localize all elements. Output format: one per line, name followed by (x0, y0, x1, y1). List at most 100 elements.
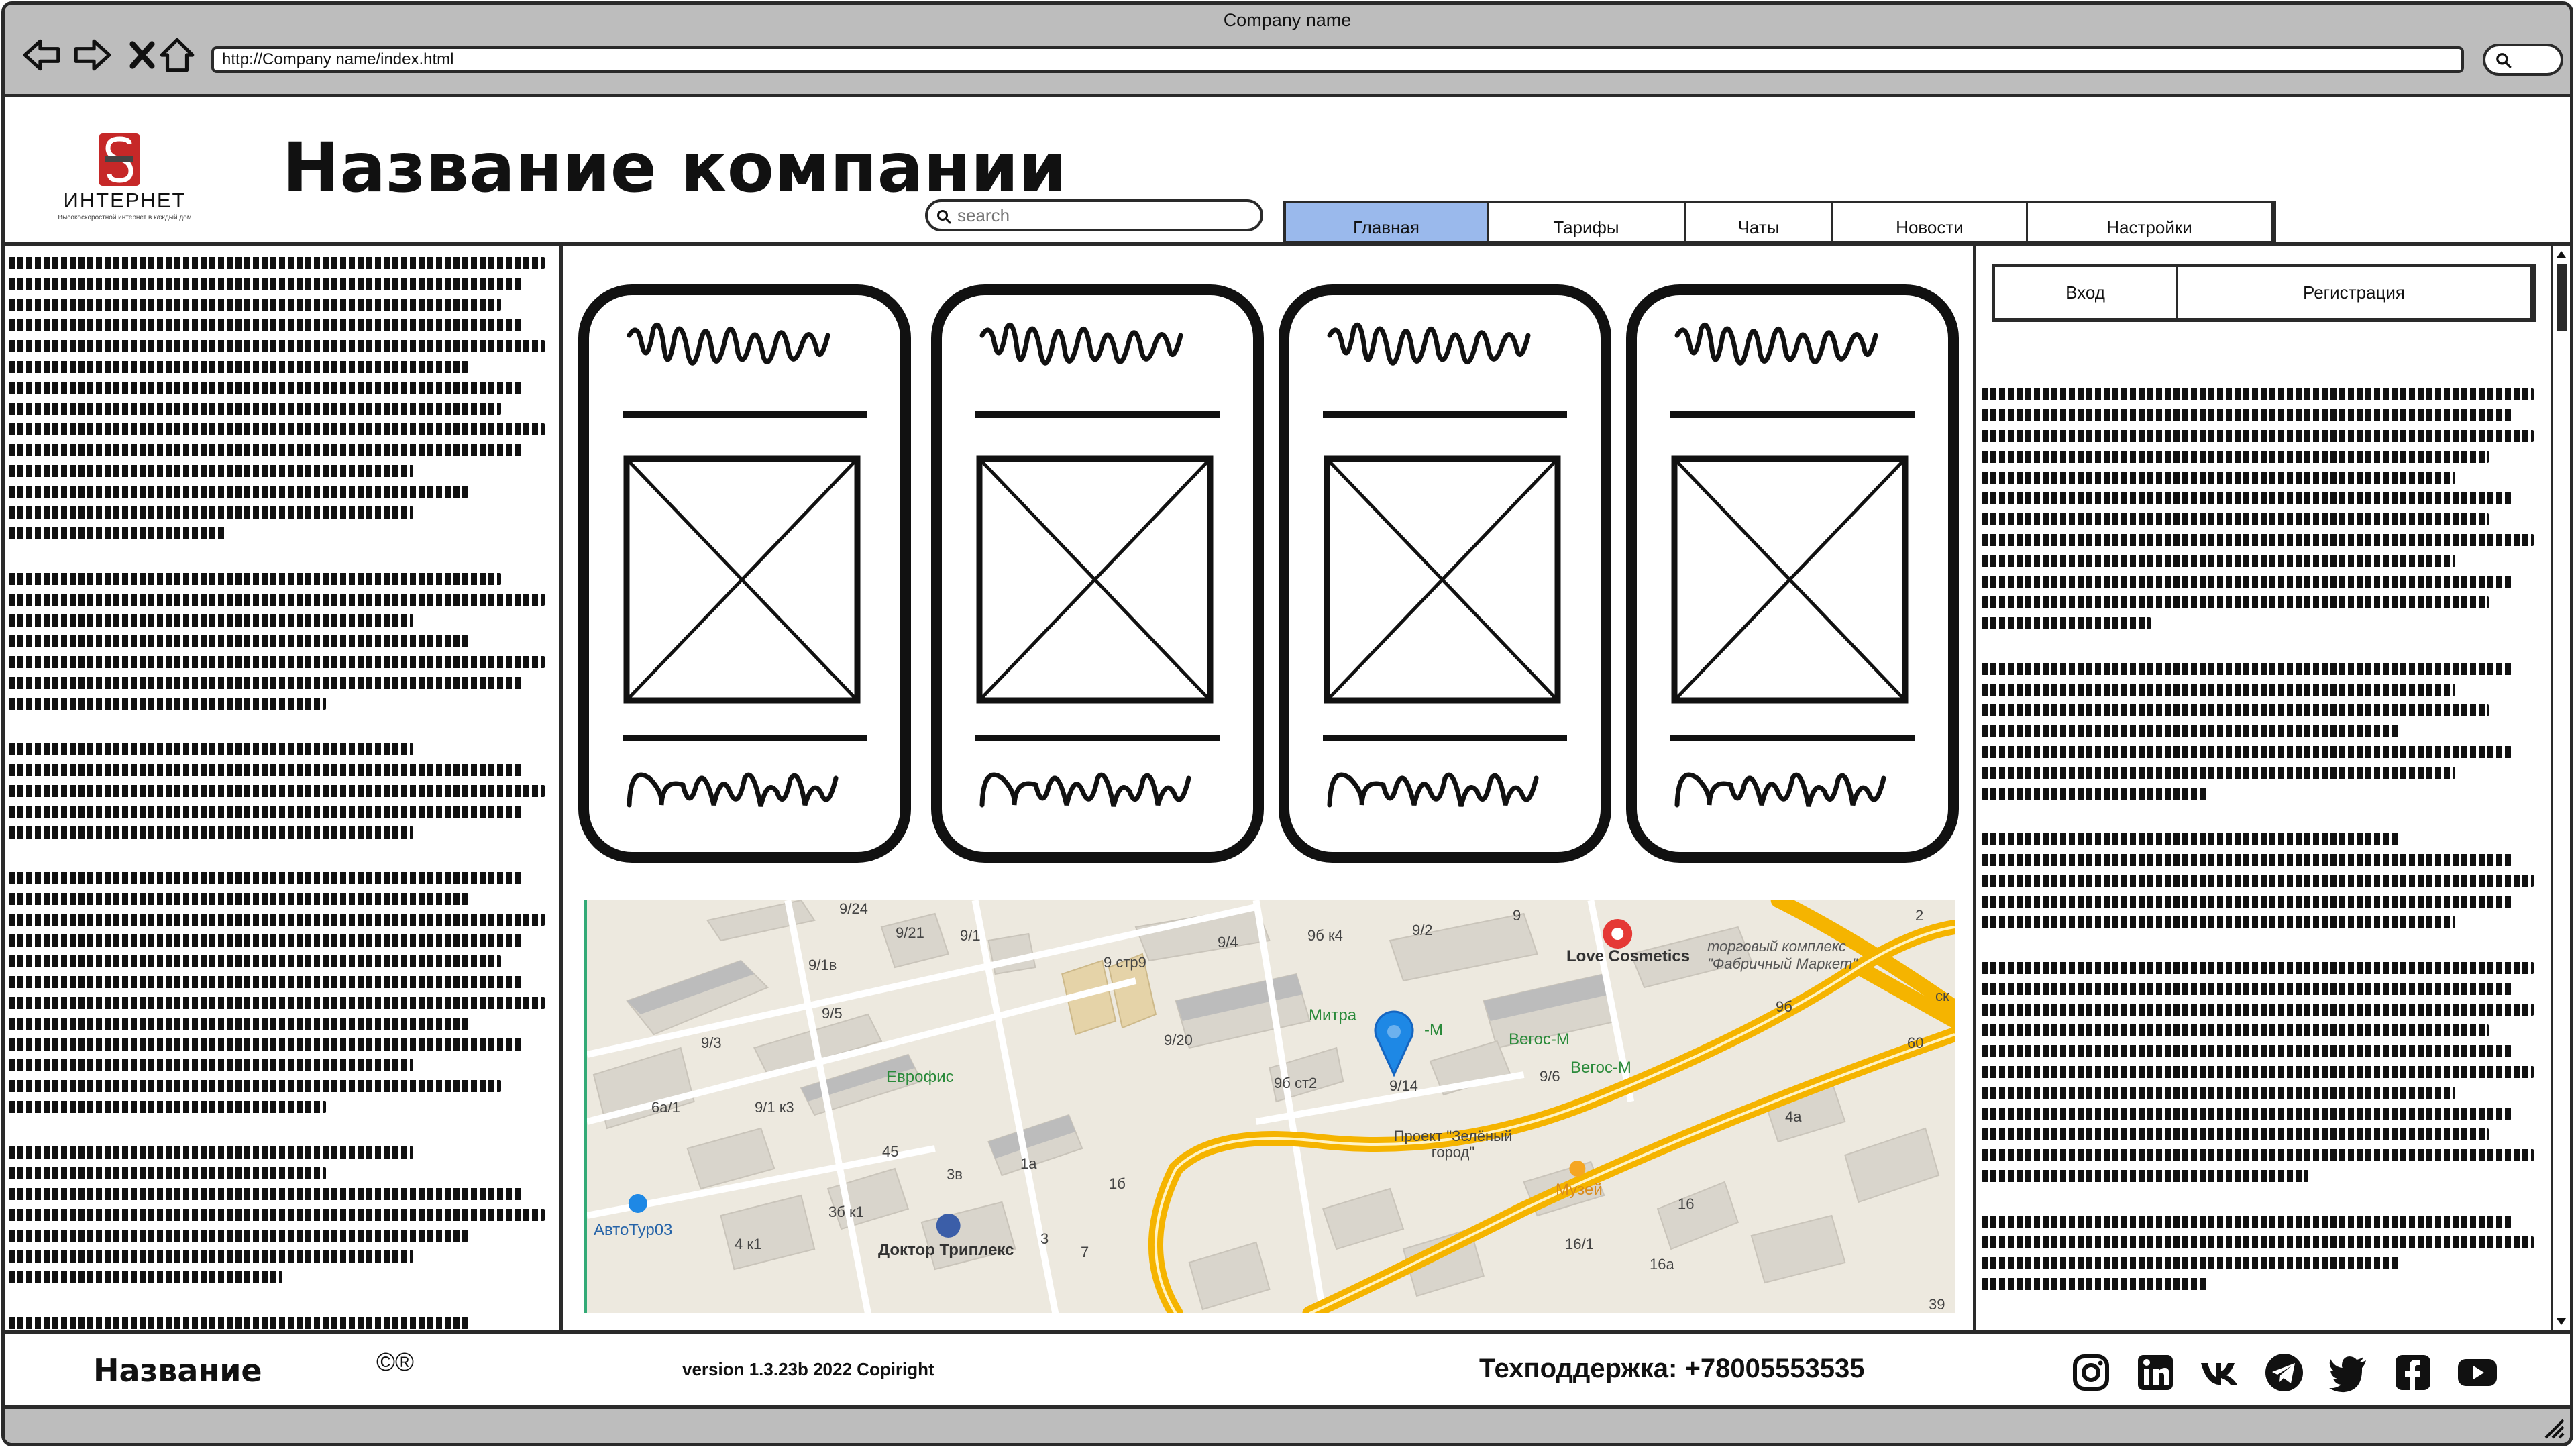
poi-mall[interactable]: торговый комплекс "Фабричный Маркет" (1707, 938, 1868, 973)
scrollbar[interactable] (2551, 246, 2570, 1330)
poi-mitra[interactable]: Митра (1309, 1006, 1356, 1025)
card-placeholder (1670, 322, 1915, 808)
text-block (1982, 388, 2545, 629)
company-logo[interactable]: ИНТЕРНЕТ Высокоскоростной интернет в каж… (48, 132, 202, 226)
forward-button[interactable] (69, 32, 116, 78)
youtube-link[interactable] (2453, 1348, 2502, 1397)
main-nav-tabs: Главная Тарифы Чаты Новости Настройки (1283, 201, 2276, 244)
map-label: 1б (1109, 1175, 1126, 1192)
footer-version: version 1.3.23b 2022 Copiright (682, 1359, 934, 1379)
map-label: 9/6 (1540, 1068, 1560, 1085)
linkedin-icon (2138, 1355, 2173, 1390)
map-label: 9/21 (896, 924, 924, 941)
map-label: 9/14 (1389, 1077, 1418, 1094)
map-label: 9/20 (1164, 1032, 1193, 1049)
map-label: 45 (882, 1143, 899, 1160)
register-button[interactable]: Регистрация (2178, 267, 2530, 318)
card-placeholder (623, 322, 867, 808)
map-label: 16а (1650, 1256, 1674, 1273)
text-block (9, 743, 555, 839)
linkedin-link[interactable] (2131, 1348, 2180, 1397)
map-label: 3в (947, 1166, 963, 1183)
poi-doktor[interactable]: Доктор Триплекс (878, 1241, 1014, 1260)
address-bar[interactable]: http://Company name/index.html (211, 46, 2464, 73)
twitter-link[interactable] (2324, 1348, 2373, 1397)
home-icon (160, 38, 195, 72)
map-label: 60 (1907, 1034, 1924, 1051)
poi-museum[interactable]: Музей (1556, 1181, 1603, 1199)
telegram-link[interactable] (2260, 1348, 2308, 1397)
main-content: 9/24 9/21 9/1 9/4 9б к4 9/2 9 9/1в 9 стр… (566, 246, 1973, 1330)
poi-avtotour[interactable]: АвтоТур03 (594, 1221, 672, 1240)
search-icon (937, 210, 951, 224)
status-bar (5, 1405, 2570, 1443)
text-block (1982, 1216, 2545, 1290)
vk-link[interactable] (2196, 1348, 2244, 1397)
footer-copyright: ©® (376, 1348, 414, 1377)
text-block (9, 872, 555, 1113)
scroll-down-icon[interactable] (2555, 1316, 2567, 1328)
map-label: 4а (1785, 1108, 1802, 1125)
text-block (1982, 663, 2545, 800)
map-pin-icon[interactable] (1371, 1010, 1417, 1077)
vk-icon (2201, 1363, 2237, 1385)
poi-vegas-m-2[interactable]: Вегос-М (1570, 1059, 1631, 1077)
map-label: 9 стр9 (1104, 954, 1146, 971)
tab-main[interactable]: Главная (1286, 203, 1489, 241)
product-card[interactable] (578, 284, 911, 863)
text-block (9, 257, 555, 539)
text-block (9, 573, 555, 710)
youtube-icon (2458, 1359, 2497, 1386)
tab-settings[interactable]: Настройки (2028, 203, 2271, 241)
browser-search-button[interactable] (2483, 44, 2563, 76)
facebook-link[interactable] (2389, 1348, 2437, 1397)
tab-tariffs[interactable]: Тарифы (1489, 203, 1686, 241)
poi-project[interactable]: Проект "Зелёный город" (1389, 1128, 1517, 1161)
logo-text: ИНТЕРНЕТ (63, 189, 186, 212)
search-icon (2496, 53, 2512, 68)
home-button[interactable] (154, 32, 201, 78)
telegram-icon (2265, 1354, 2303, 1391)
map-label: 4 к1 (735, 1236, 762, 1252)
poi-m[interactable]: -М (1424, 1021, 1443, 1040)
product-card[interactable] (931, 284, 1264, 863)
resize-grip-icon[interactable] (2539, 1413, 2566, 1440)
tab-news[interactable]: Новости (1833, 203, 2028, 241)
poi-love-cosmetics[interactable]: Love Cosmetics (1566, 947, 1690, 966)
map-label: 3б к1 (828, 1203, 864, 1220)
map-label: 16/1 (1565, 1236, 1594, 1252)
instagram-icon (2073, 1354, 2109, 1391)
poi-evroofis[interactable]: Еврофис (886, 1068, 954, 1087)
logo-tagline: Высокоскоростной интернет в каждый дом (58, 214, 192, 221)
search-input[interactable] (957, 205, 1252, 226)
text-block (9, 1317, 555, 1330)
page-title: Название компании (282, 128, 1067, 208)
login-button[interactable]: Вход (1995, 267, 2178, 318)
map-label: 9 (1513, 907, 1521, 924)
product-card[interactable] (1626, 284, 1959, 863)
map-label: 9/3 (701, 1034, 722, 1051)
map-label: 1а (1020, 1155, 1037, 1172)
map-label: 9б к4 (1307, 927, 1343, 944)
facebook-icon (2396, 1355, 2430, 1390)
scrollbar-thumb[interactable] (2557, 264, 2567, 331)
footer-support[interactable]: Техподдержка: +78005553535 (1479, 1354, 1865, 1384)
twitter-icon (2329, 1356, 2366, 1393)
text-block (1982, 833, 2545, 928)
window-title: Company name (1223, 10, 1352, 30)
forward-arrow-icon (74, 39, 111, 71)
card-placeholder (975, 322, 1220, 808)
map-label: 9/24 (839, 900, 868, 917)
logo-mark-icon (99, 133, 140, 186)
location-map[interactable]: 9/24 9/21 9/1 9/4 9б к4 9/2 9 9/1в 9 стр… (584, 900, 1955, 1313)
product-card[interactable] (1279, 284, 1611, 863)
back-button[interactable] (18, 32, 65, 78)
site-search[interactable] (925, 199, 1263, 231)
tab-chats[interactable]: Чаты (1686, 203, 1833, 241)
right-sidebar: Вход Регистрация (1973, 246, 2570, 1330)
instagram-link[interactable] (2067, 1348, 2115, 1397)
scroll-up-icon[interactable] (2555, 248, 2567, 260)
map-label: ск (1935, 987, 1949, 1004)
map-label: 9/1 к3 (755, 1099, 794, 1116)
poi-vegas-m-1[interactable]: Вегос-М (1509, 1030, 1570, 1049)
